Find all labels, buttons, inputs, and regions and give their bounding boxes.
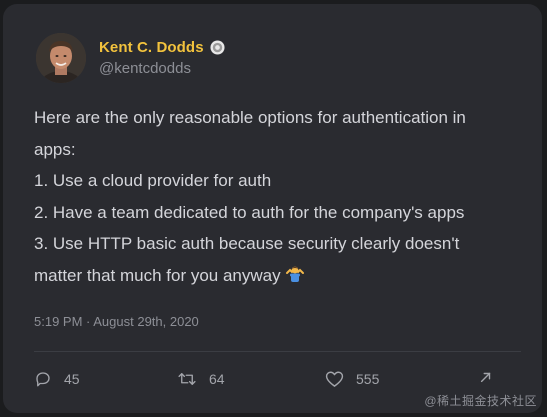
speech-bubble-icon	[34, 370, 52, 388]
like-count: 555	[356, 371, 380, 387]
retweet-arrows-icon	[177, 370, 197, 388]
tweet-line-last: matter that much for you anyway	[34, 260, 524, 292]
share-arrow-icon	[479, 370, 493, 384]
tweet-line: 2. Have a team dedicated to auth for the…	[34, 202, 465, 222]
tweet-line: 3. Use HTTP basic auth because security …	[34, 234, 460, 253]
like-button[interactable]: 555	[325, 370, 379, 388]
author-name-row: Kent C. Dodds	[99, 39, 225, 56]
avatar[interactable]	[36, 33, 86, 83]
verified-badge-icon	[210, 40, 225, 55]
watermark: @稀土掘金技术社区	[424, 394, 537, 408]
tweet-line: 1. Use a cloud provider for auth	[34, 171, 272, 190]
reply-button[interactable]: 45	[34, 370, 80, 388]
divider	[34, 351, 521, 352]
avatar-portrait-icon	[36, 33, 86, 83]
share-button[interactable]	[479, 370, 493, 384]
heart-icon	[325, 370, 344, 388]
author-handle[interactable]: @kentcdodds	[99, 60, 191, 77]
retweet-button[interactable]: 64	[177, 370, 225, 388]
retweet-count: 64	[209, 371, 225, 387]
author-name[interactable]: Kent C. Dodds	[99, 39, 204, 56]
person-shrugging-emoji	[285, 263, 305, 283]
tweet-timestamp[interactable]: 5:19 PM · August 29th, 2020	[34, 314, 199, 329]
tweet-line: apps:	[34, 139, 76, 159]
tweet-line-text: matter that much for you anyway	[34, 265, 281, 285]
reply-count: 45	[64, 371, 80, 387]
tweet-line: Here are the only reasonable options for…	[34, 108, 466, 127]
tweet-text: Here are the only reasonable options for…	[34, 102, 524, 291]
tweet-card: Kent C. Dodds @kentcdodds Here are the o…	[3, 4, 542, 413]
